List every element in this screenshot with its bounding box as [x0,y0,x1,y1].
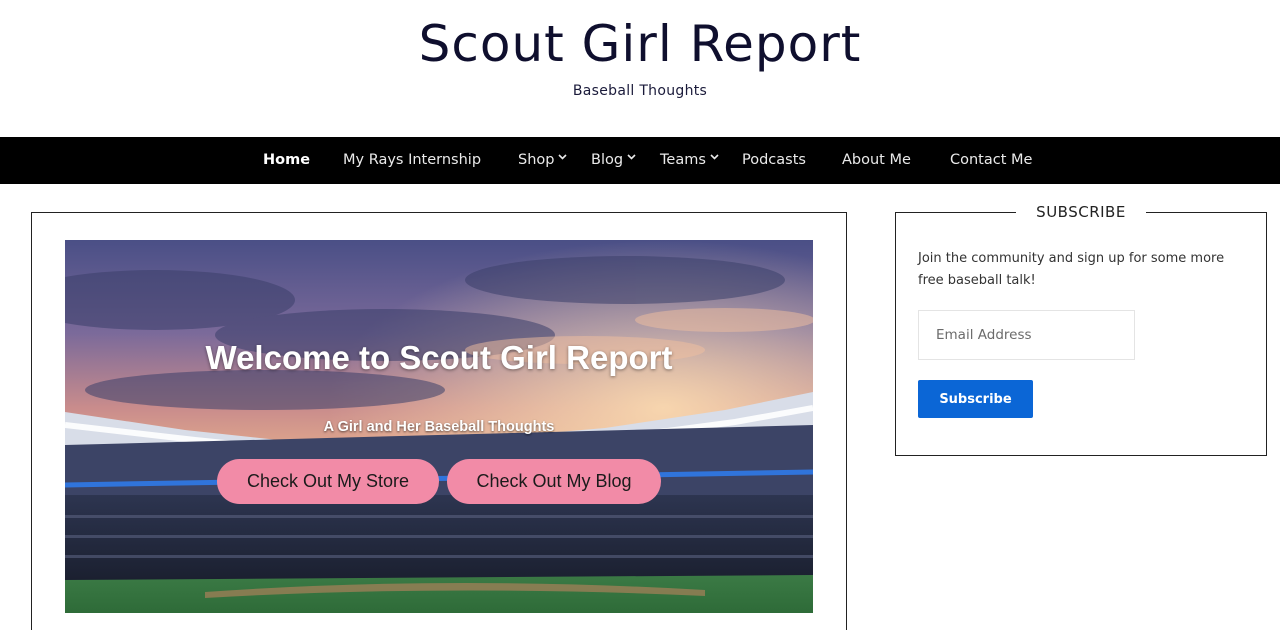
hero-banner: Welcome to Scout Girl Report A Girl and … [65,240,813,613]
subscribe-heading-wrap: SUBSCRIBE [896,202,1266,222]
nav-item-label: About Me [842,152,911,168]
nav-item-contact-me[interactable]: Contact Me [950,137,1032,184]
nav-item-about-me[interactable]: About Me [842,137,911,184]
hero-title: Welcome to Scout Girl Report [205,339,673,376]
site-title[interactable]: Scout Girl Report [0,12,1280,76]
check-out-blog-button[interactable]: Check Out My Blog [447,459,661,504]
subscribe-button[interactable]: Subscribe [918,380,1033,418]
nav-item-label: Blog [591,152,624,168]
nav-item-label: My Rays Internship [343,152,482,168]
nav-item-label: Teams [660,152,706,168]
nav-item-shop[interactable]: Shop [518,137,569,184]
hero-subtitle: A Girl and Her Baseball Thoughts [323,419,555,435]
site-tagline: Baseball Thoughts [572,83,708,99]
chevron-down-icon [626,137,638,184]
nav-item-label: Home [263,152,311,168]
nav-item-home[interactable]: Home [263,137,310,184]
nav-item-label: Podcasts [742,152,806,168]
nav-item-blog[interactable]: Blog [591,137,638,184]
nav-item-label: Contact Me [950,152,1033,168]
check-out-store-button[interactable]: Check Out My Store [217,459,439,504]
nav-item-label: Shop [518,152,555,168]
subscribe-widget: SUBSCRIBE Join the community and sign up… [895,202,1267,456]
chevron-down-icon [709,137,721,184]
chevron-down-icon [557,137,569,184]
subscribe-heading: SUBSCRIBE [1016,202,1146,222]
nav-item-podcasts[interactable]: Podcasts [742,137,806,184]
nav-item-my-rays-internship[interactable]: My Rays Internship [343,137,481,184]
nav-item-teams[interactable]: Teams [660,137,721,184]
main-navigation: Home My Rays Internship Shop Blog Teams … [0,137,1280,184]
site-header: Scout Girl Report Baseball Thoughts [0,0,1280,137]
email-field[interactable] [918,310,1135,360]
subscribe-description: Join the community and sign up for some … [918,251,1225,288]
